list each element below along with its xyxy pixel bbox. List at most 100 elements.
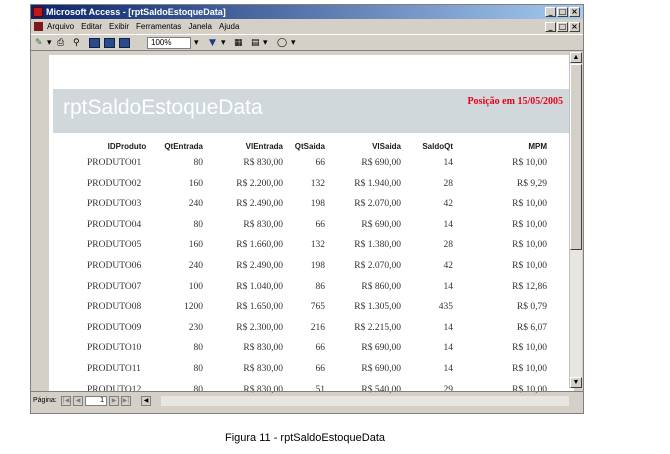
- page-number-input[interactable]: 1: [85, 396, 107, 406]
- cell-idproduto: PRODUTO02: [87, 178, 142, 189]
- office-links-dropdown-icon[interactable]: ▾: [221, 37, 226, 49]
- cell-qtsaida: 66: [315, 219, 326, 230]
- view-dropdown-icon[interactable]: ▾: [47, 37, 52, 49]
- cell-qtsaida: 66: [315, 158, 326, 168]
- previous-page-icon[interactable]: ◀: [73, 396, 83, 406]
- report-title: rptSaldoEstoqueData: [63, 96, 263, 119]
- window-controls: _ □ ×: [545, 7, 580, 17]
- cell-qtsaida: 198: [310, 199, 325, 210]
- cell-qtsaida: 765: [310, 302, 325, 313]
- zoom-icon[interactable]: ⚲: [73, 37, 80, 49]
- cell-vlsaida: R$ 1.380,00: [354, 240, 401, 251]
- cell-idproduto: PRODUTO05: [87, 240, 142, 251]
- database-window-icon[interactable]: ▦: [234, 37, 243, 49]
- vertical-scrollbar[interactable]: ▲ ▼: [569, 52, 582, 388]
- cell-vlsaida: R$ 2.070,00: [354, 199, 401, 210]
- cell-idproduto: PRODUTO07: [87, 281, 142, 292]
- cell-saldoqt: 28: [443, 178, 454, 189]
- cell-saldoqt: 14: [443, 364, 454, 374]
- menu-editar[interactable]: Editar: [81, 20, 102, 33]
- column-header-vlentrada: VlEntrada: [245, 142, 283, 151]
- cell-vlentrada: R$ 2.300,00: [236, 322, 283, 333]
- new-object-icon[interactable]: ▤: [251, 37, 260, 49]
- cell-qtentrada: 80: [193, 158, 204, 168]
- first-page-icon[interactable]: |◀: [61, 396, 71, 406]
- horizontal-scrollbar[interactable]: [161, 396, 569, 406]
- cell-idproduto: PRODUTO08: [87, 302, 142, 313]
- cell-idproduto: PRODUTO06: [87, 261, 142, 271]
- cell-vlentrada: R$ 2.200,00: [236, 178, 283, 189]
- close-button[interactable]: ×: [569, 7, 580, 17]
- cell-vlsaida: R$ 2.215,00: [354, 322, 401, 333]
- menu-ajuda[interactable]: Ajuda: [219, 20, 239, 33]
- cell-vlentrada: R$ 830,00: [243, 364, 283, 374]
- cell-idproduto: PRODUTO11: [87, 364, 141, 374]
- two-pages-icon[interactable]: [104, 38, 115, 48]
- column-header-mpm: MPM: [528, 142, 547, 151]
- cell-idproduto: PRODUTO04: [87, 219, 142, 230]
- cell-vlsaida: R$ 690,00: [361, 364, 401, 374]
- scroll-up-icon[interactable]: ▲: [570, 52, 582, 63]
- doc-close-button[interactable]: ×: [569, 22, 580, 32]
- cell-qtentrada: 1200: [184, 302, 203, 313]
- document-icon[interactable]: [34, 22, 43, 31]
- toolbar: ✎ ▾ ⎙ ⚲ 100% ▾ ▼ ▾ ▦ ▤ ▾ ◯ ▾: [31, 34, 583, 51]
- column-header-qtsaida: QtSaida: [294, 142, 325, 151]
- zoom-value: 100%: [151, 38, 172, 47]
- cell-mpm: R$ 10,00: [512, 199, 547, 210]
- page-label: Página:: [33, 397, 57, 404]
- column-header-vlsaida: VlSaida: [372, 142, 401, 151]
- cell-mpm: R$ 10,00: [512, 261, 547, 271]
- access-window: Microsoft Access - [rptSaldoEstoqueData]…: [30, 4, 584, 414]
- cell-qtsaida: 216: [310, 322, 325, 333]
- print-icon[interactable]: ⎙: [57, 37, 64, 49]
- cell-mpm: R$ 10,00: [512, 343, 547, 354]
- doc-restore-button[interactable]: □: [557, 22, 568, 32]
- office-links-icon[interactable]: ▼: [209, 37, 216, 49]
- cell-vlentrada: R$ 830,00: [243, 158, 283, 168]
- cell-mpm: R$ 10,00: [512, 364, 547, 374]
- menu-janela[interactable]: Janela: [188, 20, 212, 33]
- cell-qtentrada: 80: [193, 219, 204, 230]
- scroll-thumb[interactable]: [570, 64, 582, 250]
- scroll-left-icon[interactable]: ◀: [141, 396, 151, 406]
- cell-qtentrada: 230: [188, 322, 203, 333]
- window-title: Microsoft Access - [rptSaldoEstoqueData]: [46, 7, 226, 17]
- column-header-saldoqt: SaldoQt: [422, 142, 453, 151]
- cell-qtsaida: 198: [310, 261, 325, 271]
- title-bar: Microsoft Access - [rptSaldoEstoqueData]…: [31, 5, 583, 19]
- menu-ferramentas[interactable]: Ferramentas: [136, 20, 181, 33]
- cell-qtsaida: 66: [315, 364, 326, 374]
- cell-qtsaida: 86: [315, 281, 326, 292]
- zoom-dropdown-icon[interactable]: ▾: [194, 37, 199, 49]
- cell-qtentrada: 240: [188, 261, 203, 271]
- zoom-select[interactable]: 100%: [147, 37, 191, 49]
- help-icon[interactable]: ◯: [277, 37, 287, 49]
- cell-qtsaida: 132: [310, 240, 325, 251]
- multiple-pages-icon[interactable]: [119, 38, 130, 48]
- cell-saldoqt: 42: [443, 199, 454, 210]
- cell-idproduto: PRODUTO01: [87, 158, 142, 168]
- cell-mpm: R$ 10,00: [512, 158, 547, 168]
- page-number: 1: [100, 397, 104, 404]
- cell-vlsaida: R$ 690,00: [361, 158, 401, 168]
- menu-exibir[interactable]: Exibir: [109, 20, 129, 33]
- cell-vlentrada: R$ 1.040,00: [236, 281, 283, 292]
- doc-minimize-button[interactable]: _: [545, 22, 556, 32]
- restore-button[interactable]: □: [557, 7, 568, 17]
- next-page-icon[interactable]: ▶: [109, 396, 119, 406]
- cell-idproduto: PRODUTO03: [87, 199, 142, 210]
- cell-saldoqt: 14: [443, 322, 454, 333]
- cell-vlentrada: R$ 1.650,00: [236, 302, 283, 313]
- toolbar-options-icon[interactable]: ▾: [291, 37, 296, 49]
- scroll-down-icon[interactable]: ▼: [570, 377, 582, 388]
- cell-qtsaida: 66: [315, 343, 326, 354]
- cell-mpm: R$ 9,29: [516, 178, 547, 189]
- last-page-icon[interactable]: ▶|: [121, 396, 131, 406]
- minimize-button[interactable]: _: [545, 7, 556, 17]
- new-object-dropdown-icon[interactable]: ▾: [263, 37, 268, 49]
- view-icon[interactable]: ✎: [35, 37, 43, 49]
- cell-vlentrada: R$ 2.490,00: [236, 261, 283, 271]
- one-page-icon[interactable]: [89, 38, 100, 48]
- menu-arquivo[interactable]: Arquivo: [47, 20, 74, 33]
